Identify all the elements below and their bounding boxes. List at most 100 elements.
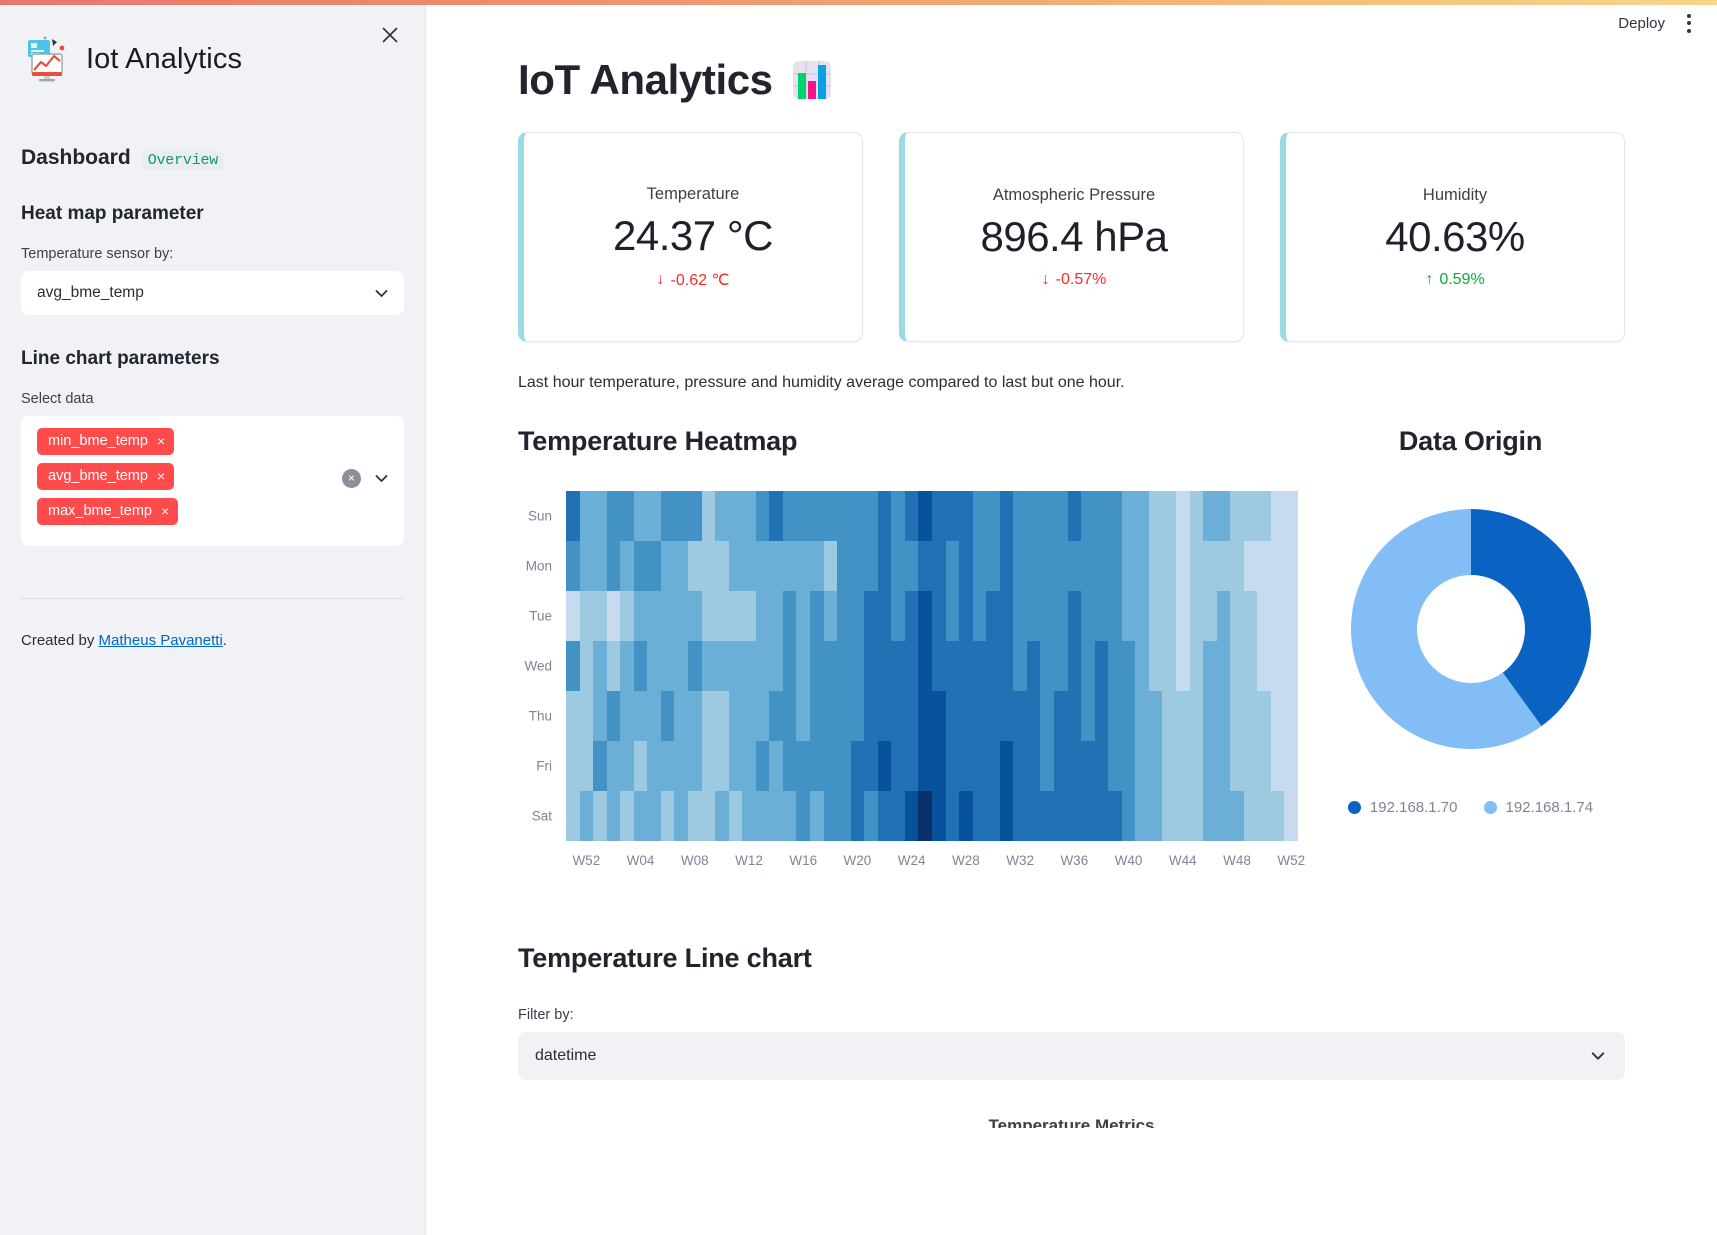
heatmap-cell[interactable] bbox=[755, 691, 770, 741]
heatmap-cell[interactable] bbox=[877, 491, 892, 541]
heatmap-cell[interactable] bbox=[782, 491, 797, 541]
heatmap-cell[interactable] bbox=[701, 591, 716, 641]
heatmap-cell[interactable] bbox=[633, 591, 648, 641]
heatmap-cell[interactable] bbox=[864, 591, 878, 641]
heatmap-cell[interactable] bbox=[918, 791, 932, 841]
heatmap-cell[interactable] bbox=[687, 591, 702, 641]
heatmap-cell[interactable] bbox=[918, 591, 932, 641]
select-data-multiselect[interactable]: min_bme_temp × avg_bme_temp × max_bme_te… bbox=[21, 416, 404, 546]
heatmap-cell[interactable] bbox=[1135, 691, 1149, 741]
heatmap-cell[interactable] bbox=[918, 491, 932, 541]
heatmap-cell[interactable] bbox=[1230, 691, 1244, 741]
heatmap-cell[interactable] bbox=[850, 641, 865, 691]
heatmap-cell[interactable] bbox=[593, 791, 607, 841]
heatmap-cell[interactable] bbox=[1081, 491, 1095, 541]
heatmap-cell[interactable] bbox=[823, 791, 838, 841]
heatmap-cell[interactable] bbox=[647, 791, 661, 841]
heatmap-cell[interactable] bbox=[633, 491, 648, 541]
heatmap-cell[interactable] bbox=[1148, 741, 1163, 791]
heatmap-cell[interactable] bbox=[782, 591, 797, 641]
heatmap-cell[interactable] bbox=[959, 591, 973, 641]
heatmap-cell[interactable] bbox=[1135, 541, 1149, 591]
heatmap-cell[interactable] bbox=[606, 791, 621, 841]
heatmap-cell[interactable] bbox=[972, 591, 987, 641]
heatmap-cell[interactable] bbox=[1216, 791, 1231, 841]
heatmap-cell[interactable] bbox=[715, 491, 729, 541]
heatmap-cell[interactable] bbox=[674, 491, 688, 541]
heatmap-cell[interactable] bbox=[1284, 691, 1298, 741]
heatmap-cell[interactable] bbox=[850, 741, 865, 791]
heatmap-cell[interactable] bbox=[1162, 691, 1176, 741]
heatmap-cell[interactable] bbox=[999, 791, 1014, 841]
heatmap-cell[interactable] bbox=[620, 791, 634, 841]
heatmap-cell[interactable] bbox=[891, 691, 905, 741]
heatmap-cell[interactable] bbox=[660, 641, 675, 691]
heatmap-cell[interactable] bbox=[782, 741, 797, 791]
heatmap-cell[interactable] bbox=[1284, 541, 1298, 591]
heatmap-cell[interactable] bbox=[809, 591, 824, 641]
heatmap-cell[interactable] bbox=[1081, 541, 1095, 591]
heatmap-cell[interactable] bbox=[1284, 741, 1298, 791]
heatmap-cell[interactable] bbox=[1257, 791, 1271, 841]
heatmap-cell[interactable] bbox=[1053, 691, 1068, 741]
heatmap-cell[interactable] bbox=[566, 791, 580, 841]
heatmap-cell[interactable] bbox=[1175, 641, 1190, 691]
heatmap-cell[interactable] bbox=[1189, 691, 1204, 741]
heatmap-cell[interactable] bbox=[1243, 541, 1258, 591]
heatmap-cell[interactable] bbox=[1148, 491, 1163, 541]
heatmap-cell[interactable] bbox=[972, 541, 987, 591]
heatmap-cell[interactable] bbox=[1094, 491, 1109, 541]
heatmap-cell[interactable] bbox=[606, 641, 621, 691]
heatmap-cell[interactable] bbox=[796, 641, 810, 691]
heatmap-cell[interactable] bbox=[945, 591, 960, 641]
heatmap-cell[interactable] bbox=[1026, 591, 1041, 641]
heatmap-cell[interactable] bbox=[606, 691, 621, 741]
close-icon[interactable]: × bbox=[157, 469, 165, 483]
heatmap-cell[interactable] bbox=[1270, 791, 1285, 841]
heatmap-cell[interactable] bbox=[850, 541, 865, 591]
heatmap-cell[interactable] bbox=[809, 691, 824, 741]
heatmap-cell[interactable] bbox=[715, 791, 729, 841]
heatmap-cell[interactable] bbox=[877, 741, 892, 791]
filter-by-select[interactable]: datetime bbox=[518, 1032, 1625, 1080]
heatmap-cell[interactable] bbox=[1040, 741, 1054, 791]
heatmap-cell[interactable] bbox=[1162, 641, 1176, 691]
heatmap-cell[interactable] bbox=[891, 491, 905, 541]
heatmap-cell[interactable] bbox=[864, 491, 878, 541]
heatmap-cell[interactable] bbox=[687, 641, 702, 691]
heatmap-cell[interactable] bbox=[1040, 591, 1054, 641]
heatmap-cell[interactable] bbox=[931, 791, 946, 841]
heatmap-cell[interactable] bbox=[891, 741, 905, 791]
heatmap-cell[interactable] bbox=[796, 741, 810, 791]
heatmap-cell[interactable] bbox=[606, 541, 621, 591]
heatmap-cell[interactable] bbox=[918, 641, 932, 691]
heatmap-cell[interactable] bbox=[769, 791, 783, 841]
heatmap-cell[interactable] bbox=[1013, 541, 1027, 591]
deploy-button[interactable]: Deploy bbox=[1618, 15, 1665, 32]
heatmap-cell[interactable] bbox=[1121, 591, 1136, 641]
heatmap-cell[interactable] bbox=[1162, 741, 1176, 791]
heatmap-cell[interactable] bbox=[1081, 791, 1095, 841]
heatmap-cell[interactable] bbox=[1094, 741, 1109, 791]
heatmap-cell[interactable] bbox=[1203, 741, 1217, 791]
heatmap-cell[interactable] bbox=[1270, 591, 1285, 641]
heatmap-cell[interactable] bbox=[647, 541, 661, 591]
heatmap-cell[interactable] bbox=[837, 741, 851, 791]
heatmap-cell[interactable] bbox=[715, 741, 729, 791]
heatmap-cell[interactable] bbox=[1243, 691, 1258, 741]
heatmap-cell[interactable] bbox=[1040, 491, 1054, 541]
heatmap-cell[interactable] bbox=[986, 591, 1000, 641]
heatmap-cell[interactable] bbox=[701, 541, 716, 591]
heatmap-cell[interactable] bbox=[1270, 741, 1285, 791]
heatmap-cell[interactable] bbox=[755, 541, 770, 591]
heatmap-cell[interactable] bbox=[674, 791, 688, 841]
heatmap-cell[interactable] bbox=[687, 741, 702, 791]
heatmap-cell[interactable] bbox=[579, 741, 594, 791]
heatmap-cell[interactable] bbox=[904, 491, 919, 541]
heatmap-cell[interactable] bbox=[579, 691, 594, 741]
heatmap-cell[interactable] bbox=[1026, 641, 1041, 691]
heatmap-cell[interactable] bbox=[931, 641, 946, 691]
heatmap-cell[interactable] bbox=[1243, 791, 1258, 841]
heatmap-cell[interactable] bbox=[823, 641, 838, 691]
heatmap-cell[interactable] bbox=[1094, 641, 1109, 691]
